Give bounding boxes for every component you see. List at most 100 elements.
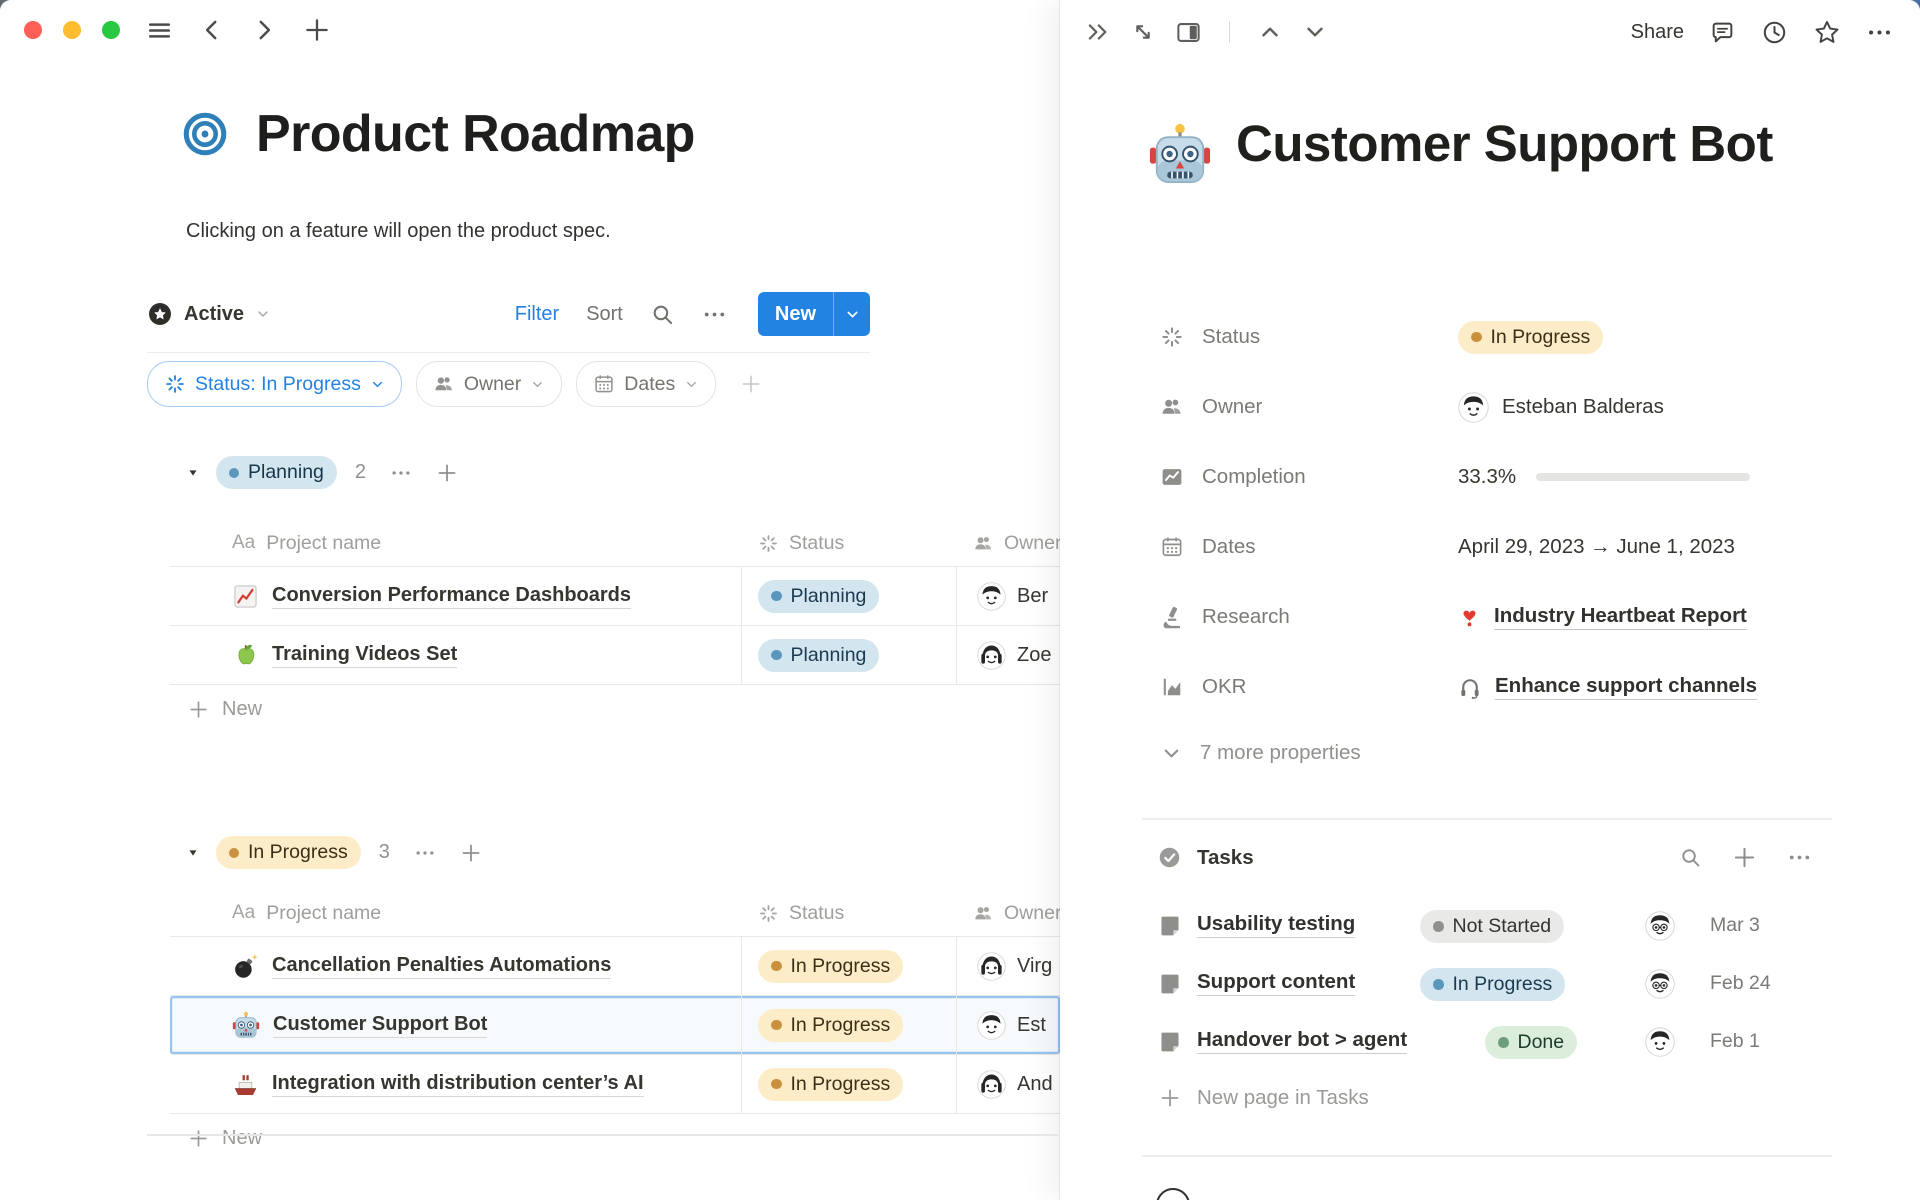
new-row-button[interactable]: New [170, 1114, 1060, 1162]
project-link[interactable]: Training Videos Set [272, 643, 457, 668]
column-header-owner[interactable]: Owner [957, 902, 1060, 925]
cell-status[interactable]: Planning [742, 626, 957, 684]
side-peek-mode-icon[interactable] [1175, 19, 1202, 46]
property-value[interactable]: In Progress [1458, 321, 1850, 354]
property-label[interactable]: OKR [1202, 675, 1458, 699]
cell-project-name[interactable]: Cancellation Penalties Automations [170, 937, 742, 995]
project-link[interactable]: Conversion Performance Dashboards [272, 584, 631, 609]
task-link[interactable]: Usability testing [1197, 912, 1355, 938]
property-value[interactable]: Esteban Balderas [1458, 392, 1850, 423]
add-filter-icon[interactable] [740, 373, 762, 395]
status-label: Done [1518, 1031, 1565, 1054]
project-link[interactable]: Cancellation Penalties Automations [272, 954, 611, 979]
cell-owner[interactable]: And [957, 1070, 1060, 1099]
cell-project-name[interactable]: Integration with distribution center’s A… [170, 1055, 742, 1113]
property-value[interactable]: 33.3% [1458, 465, 1850, 489]
share-button[interactable]: Share [1631, 21, 1684, 44]
forward-icon[interactable] [251, 17, 277, 43]
cell-project-name[interactable]: Training Videos Set [170, 626, 742, 684]
cell-status[interactable]: Planning [742, 567, 957, 625]
group-add-icon[interactable] [436, 462, 458, 484]
collapse-triangle-icon[interactable] [186, 846, 200, 860]
robot-icon[interactable] [1148, 122, 1212, 186]
relation-link[interactable]: Enhance support channels [1495, 674, 1757, 700]
cell-owner[interactable]: Zoe [957, 641, 1060, 670]
property-label[interactable]: Completion [1202, 465, 1458, 489]
bullseye-icon[interactable] [182, 111, 228, 157]
comments-icon[interactable] [1709, 19, 1736, 46]
cell-project-name[interactable]: Customer Support Bot [170, 996, 742, 1054]
cell-status[interactable]: In Progress [742, 937, 957, 995]
column-header-owner[interactable]: Owner [957, 532, 1060, 555]
zoom-window-button[interactable] [102, 21, 120, 39]
cell-owner[interactable]: Est [957, 1011, 1060, 1040]
table-row-selected[interactable]: Customer Support Bot In Progress Est [170, 996, 1060, 1055]
sort-button[interactable]: Sort [586, 303, 623, 326]
task-row[interactable]: Support content In Progress Feb 24 [1060, 956, 1920, 1014]
group-options-icon[interactable] [390, 462, 412, 484]
cell-status[interactable]: In Progress [742, 996, 957, 1054]
add-task-icon[interactable] [1732, 845, 1757, 870]
tasks-title[interactable]: Tasks [1197, 846, 1254, 870]
filter-chip-status[interactable]: Status: In Progress [147, 361, 402, 407]
favorite-star-icon[interactable] [1813, 18, 1841, 46]
property-row-status: Status In Progress [1160, 302, 1850, 372]
property-label[interactable]: Dates [1202, 535, 1458, 559]
close-window-button[interactable] [24, 21, 42, 39]
new-tab-icon[interactable] [303, 16, 331, 44]
property-value[interactable]: April 29, 2023 → June 1, 2023 [1458, 535, 1850, 559]
task-status-pill[interactable]: Done [1485, 1026, 1577, 1059]
property-label[interactable]: Research [1202, 605, 1458, 629]
new-button[interactable]: New [758, 292, 833, 336]
search-icon[interactable] [1679, 846, 1702, 869]
collapse-triangle-icon[interactable] [186, 466, 200, 480]
property-label[interactable]: Status [1202, 325, 1458, 349]
task-status-pill[interactable]: In Progress [1420, 968, 1565, 1001]
filter-chip-dates[interactable]: Dates [576, 361, 716, 407]
column-header-name[interactable]: Aa Project name [170, 902, 742, 925]
search-icon[interactable] [650, 302, 675, 327]
table-row[interactable]: Training Videos Set Planning Zoe [170, 626, 1060, 685]
group-options-icon[interactable] [414, 842, 436, 864]
cell-owner[interactable]: Ber [957, 582, 1060, 611]
relation-link[interactable]: Industry Heartbeat Report [1494, 604, 1747, 630]
back-icon[interactable] [199, 17, 225, 43]
cell-status[interactable]: In Progress [742, 1055, 957, 1113]
more-options-icon[interactable] [1866, 19, 1893, 46]
more-options-icon[interactable] [1787, 845, 1812, 870]
filter-chip-owner[interactable]: Owner [416, 361, 562, 407]
minimize-window-button[interactable] [63, 21, 81, 39]
group-pill-planning[interactable]: Planning [216, 456, 337, 489]
close-peek-icon[interactable] [1085, 19, 1111, 45]
property-label[interactable]: Owner [1202, 395, 1458, 419]
expand-page-icon[interactable] [1130, 19, 1156, 45]
new-row-button[interactable]: New [170, 685, 1060, 733]
table-row[interactable]: Conversion Performance Dashboards Planni… [170, 567, 1060, 626]
project-link[interactable]: Integration with distribution center’s A… [272, 1072, 644, 1097]
group-add-icon[interactable] [460, 842, 482, 864]
previous-page-icon[interactable] [1257, 19, 1283, 45]
project-link[interactable]: Customer Support Bot [273, 1013, 487, 1038]
group-pill-in-progress[interactable]: In Progress [216, 836, 361, 869]
filter-button[interactable]: Filter [515, 303, 559, 326]
view-tab-active[interactable]: Active [147, 301, 271, 327]
new-task-button[interactable]: New page in Tasks [1159, 1086, 1369, 1110]
column-header-status[interactable]: Status [742, 532, 957, 555]
column-header-status[interactable]: Status [742, 902, 957, 925]
table-row[interactable]: Integration with distribution center’s A… [170, 1055, 1060, 1114]
cell-project-name[interactable]: Conversion Performance Dashboards [170, 567, 742, 625]
task-row[interactable]: Usability testing Not Started Mar 3 [1060, 898, 1920, 956]
task-row[interactable]: Handover bot > agent Done Feb 1 [1060, 1014, 1920, 1072]
new-button-dropdown[interactable] [833, 292, 870, 336]
more-options-icon[interactable] [702, 302, 727, 327]
task-status-pill[interactable]: Not Started [1420, 910, 1564, 943]
task-link[interactable]: Handover bot > agent [1197, 1028, 1407, 1054]
sidebar-menu-icon[interactable] [146, 17, 173, 44]
column-header-name[interactable]: Aa Project name [170, 532, 742, 555]
next-page-icon[interactable] [1302, 19, 1328, 45]
history-icon[interactable] [1761, 19, 1788, 46]
more-properties-button[interactable]: 7 more properties [1160, 741, 1361, 765]
cell-owner[interactable]: Virg [957, 952, 1060, 981]
table-row[interactable]: Cancellation Penalties Automations In Pr… [170, 937, 1060, 996]
task-link[interactable]: Support content [1197, 970, 1355, 996]
